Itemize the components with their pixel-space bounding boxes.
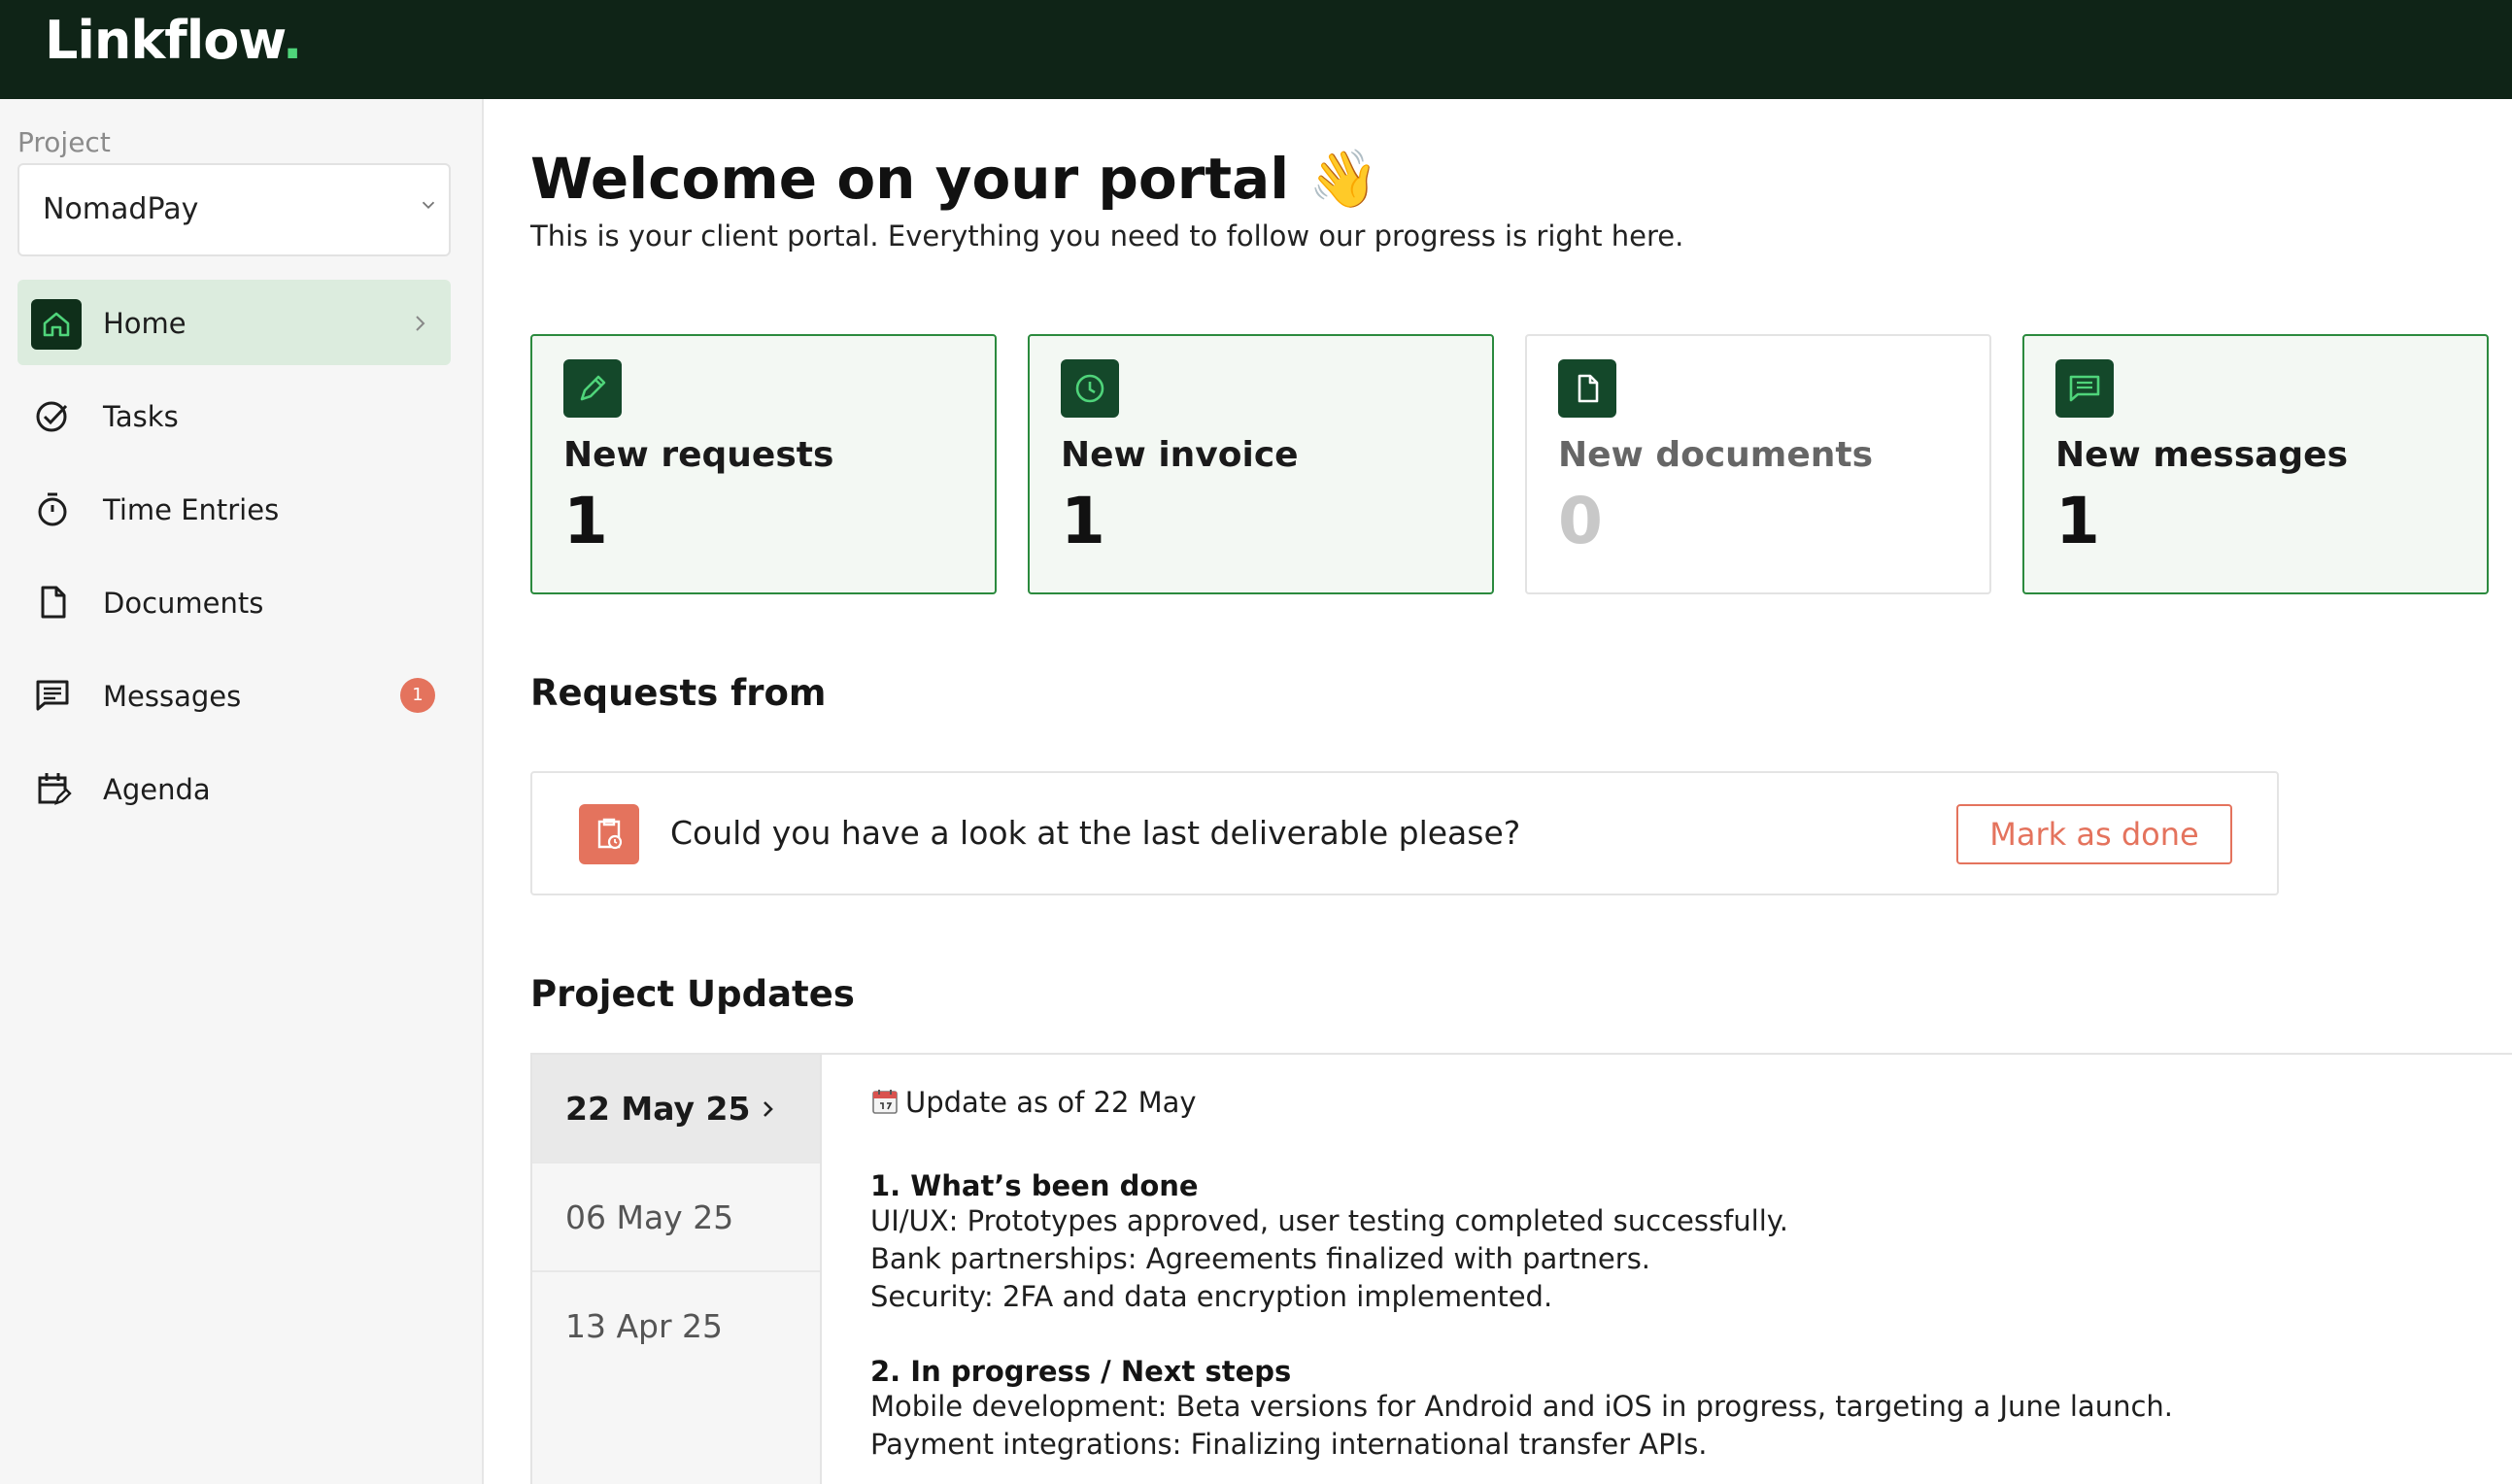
sidebar-item-agenda[interactable]: Agenda <box>17 746 451 831</box>
card-value: 1 <box>2055 484 2100 558</box>
update-date-item[interactable]: 22 May 25 <box>532 1055 820 1164</box>
sidebar-item-label: Documents <box>103 587 264 620</box>
sidebar-item-time-entries[interactable]: Time Entries <box>17 466 451 552</box>
update-heading-text: Update as of 22 May <box>905 1086 1197 1119</box>
document-icon <box>1558 359 1616 418</box>
brand-dot: . <box>282 10 302 71</box>
brand-name: Linkflow <box>45 10 284 71</box>
mark-as-done-button[interactable]: Mark as done <box>1956 804 2232 864</box>
sidebar-item-label: Tasks <box>103 400 179 433</box>
main-content: Welcome on your portal 👋 This is your cl… <box>530 99 2512 1484</box>
update-date-label: 13 Apr 25 <box>565 1307 724 1345</box>
updates-section-title: Project Updates <box>530 973 855 1015</box>
card-new-documents[interactable]: New documents 0 <box>1525 334 1991 594</box>
card-new-invoice[interactable]: New invoice 1 <box>1028 334 1494 594</box>
update-line: Security: 2FA and data encryption implem… <box>870 1280 1553 1313</box>
update-date-item[interactable]: 13 Apr 25 <box>532 1272 820 1381</box>
sidebar-item-messages[interactable]: Messages 1 <box>17 653 451 738</box>
update-heading: Update as of 22 May <box>870 1086 2473 1127</box>
project-select[interactable]: NomadPay <box>17 163 451 256</box>
sidebar-item-home[interactable]: Home <box>17 280 451 365</box>
pencil-icon <box>563 359 622 418</box>
requests-section-title: Requests from <box>530 672 827 714</box>
request-text: Could you have a look at the last delive… <box>670 814 1521 852</box>
calendar-icon <box>872 1090 898 1114</box>
update-section-title: 1. What’s been done <box>870 1169 1199 1202</box>
sidebar-item-label: Messages <box>103 680 242 713</box>
page-title-text: Welcome on your portal <box>530 146 1290 212</box>
card-title: New invoice <box>1061 435 1299 475</box>
card-value: 1 <box>563 484 608 558</box>
update-line: Payment integrations: Finalizing interna… <box>870 1428 1708 1461</box>
card-new-requests[interactable]: New requests 1 <box>530 334 997 594</box>
update-date-item[interactable]: 06 May 25 <box>532 1164 820 1272</box>
card-title: New documents <box>1558 435 1873 475</box>
unread-badge: 1 <box>400 678 435 713</box>
card-value: 0 <box>1558 484 1603 558</box>
chevron-down-icon <box>422 201 435 210</box>
message-icon <box>36 680 69 711</box>
top-bar: Linkflow. <box>0 0 2512 99</box>
card-title: New requests <box>563 435 834 475</box>
sidebar: Project NomadPay Home Tasks Time Entries… <box>0 99 484 1484</box>
home-icon <box>31 299 82 350</box>
document-icon <box>41 586 66 619</box>
update-line: UI/UX: Prototypes approved, user testing… <box>870 1204 1789 1237</box>
clock-icon <box>1061 359 1119 418</box>
update-line: Bank partnerships: Agreements finalized … <box>870 1242 1651 1275</box>
chevron-right-icon <box>416 316 425 331</box>
page-title: Welcome on your portal 👋 <box>530 146 1379 213</box>
project-label: Project <box>17 126 111 158</box>
brand-logo[interactable]: Linkflow. <box>45 10 302 71</box>
calendar-edit-icon <box>38 773 72 805</box>
card-value: 1 <box>1061 484 1105 558</box>
sidebar-item-label: Agenda <box>103 773 211 806</box>
waving-hand-icon: 👋 <box>1308 146 1379 212</box>
sidebar-item-documents[interactable]: Documents <box>17 559 451 645</box>
stopwatch-icon <box>38 492 67 526</box>
card-new-messages[interactable]: New messages 1 <box>2022 334 2489 594</box>
sidebar-nav: Home Tasks Time Entries Documents Messag… <box>17 280 451 839</box>
project-select-value: NomadPay <box>43 192 199 226</box>
update-date-list: 22 May 25 06 May 25 13 Apr 25 <box>530 1055 822 1484</box>
update-section-title: 2. In progress / Next steps <box>870 1355 1292 1388</box>
update-date-label: 22 May 25 <box>565 1090 751 1128</box>
sidebar-item-label: Home <box>103 307 187 340</box>
update-line: Mobile development: Beta versions for An… <box>870 1390 2174 1423</box>
check-circle-icon <box>36 401 68 432</box>
chevron-right-icon <box>764 1101 773 1117</box>
sidebar-item-tasks[interactable]: Tasks <box>17 373 451 458</box>
sidebar-item-label: Time Entries <box>103 493 280 526</box>
project-updates: 22 May 25 06 May 25 13 Apr 25 Update as … <box>530 1053 2512 1484</box>
card-title: New messages <box>2055 435 2349 475</box>
clipboard-clock-icon <box>579 804 639 864</box>
update-content: Update as of 22 May 1. What’s been done … <box>870 1086 2473 1464</box>
update-date-label: 06 May 25 <box>565 1198 734 1236</box>
request-item: Could you have a look at the last delive… <box>530 771 2279 895</box>
message-icon <box>2055 359 2114 418</box>
page-subtitle: This is your client portal. Everything y… <box>530 219 1684 253</box>
